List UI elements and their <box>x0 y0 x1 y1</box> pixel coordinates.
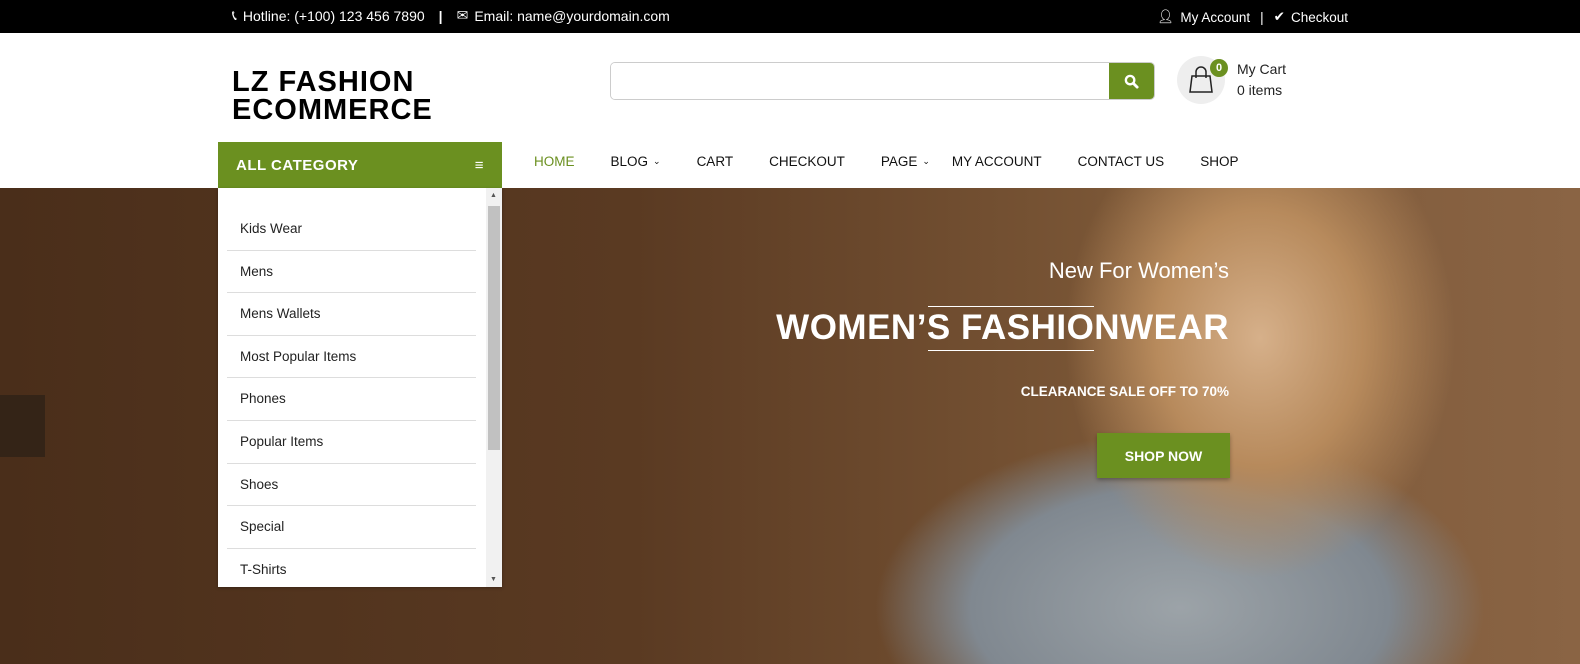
hotline: Hotline: (+100) 123 456 7890 <box>242 7 425 24</box>
search-bar <box>610 62 1155 100</box>
category-item[interactable]: Phones <box>227 378 476 421</box>
category-item[interactable]: Most Popular Items <box>227 336 476 379</box>
cart-title: My Cart <box>1237 61 1286 77</box>
all-category-title: ALL CATEGORY <box>236 157 359 174</box>
mail-icon: ✉ <box>456 7 469 23</box>
search-icon <box>1124 74 1139 89</box>
site-logo[interactable]: LZ FASHION ECOMMERCE <box>232 66 492 126</box>
divider <box>928 350 1094 351</box>
checkout-link[interactable]: Checkout <box>1291 10 1348 25</box>
scrollbar[interactable]: ▲ ▼ <box>486 188 502 587</box>
nav-checkout[interactable]: CHECKOUT <box>769 154 845 169</box>
scroll-up-arrow-icon[interactable]: ▲ <box>490 192 497 199</box>
shop-now-button[interactable]: SHOP NOW <box>1097 433 1230 478</box>
cart-items: 0 items <box>1237 82 1283 98</box>
nav-cart[interactable]: CART <box>697 154 734 169</box>
divider <box>928 306 1094 307</box>
nav-page[interactable]: PAGE ⌄ <box>881 154 930 169</box>
nav-contact-us[interactable]: CONTACT US <box>1078 154 1165 169</box>
slider-prev-button[interactable] <box>0 395 45 457</box>
category-item[interactable]: Mens Wallets <box>227 293 476 336</box>
chevron-down-icon: ⌄ <box>653 156 661 166</box>
scroll-down-arrow-icon[interactable]: ▼ <box>490 576 497 583</box>
user-icon: 👤︎ <box>1157 9 1175 24</box>
cart-count-badge: 0 <box>1210 59 1228 77</box>
hero-subtitle: New For Women’s <box>1048 258 1229 283</box>
search-input[interactable] <box>611 63 1109 99</box>
category-item[interactable]: Mens <box>227 251 476 294</box>
hero-title: WOMEN’S FASHIONWEAR <box>776 308 1229 347</box>
category-item[interactable]: Kids Wear <box>227 208 476 251</box>
mini-cart[interactable]: 0 My Cart 0 items <box>1177 56 1286 104</box>
category-item[interactable]: Special <box>227 506 476 549</box>
separator: | <box>438 7 443 24</box>
nav-blog[interactable]: BLOG ⌄ <box>611 154 661 169</box>
search-button[interactable] <box>1109 63 1154 99</box>
email: Email: name@yourdomain.com <box>474 7 670 24</box>
top-bar: 📞︎ Hotline: (+100) 123 456 7890 | ✉ Emai… <box>0 0 1580 33</box>
category-item[interactable]: T-Shirts <box>227 549 476 587</box>
all-category-toggle[interactable]: ALL CATEGORY ≡ <box>218 142 502 188</box>
hero-sale-text: CLEARANCE SALE OFF TO 70% <box>1020 384 1229 399</box>
category-item[interactable]: Popular Items <box>227 421 476 464</box>
nav-my-account[interactable]: MY ACCOUNT <box>952 154 1042 169</box>
scrollbar-thumb[interactable] <box>488 206 500 450</box>
separator: | <box>1260 9 1264 25</box>
menu-icon: ≡ <box>474 157 484 174</box>
main-nav: HOME BLOG ⌄ CART CHECKOUT PAGE ⌄ MY ACCOUN… <box>534 154 1274 169</box>
phone-icon: 📞︎ <box>232 7 237 23</box>
category-item[interactable]: Shoes <box>227 464 476 507</box>
logo-line-2: ECOMMERCE <box>232 94 433 126</box>
logo-line-1: LZ FASHION <box>232 66 415 98</box>
nav-home[interactable]: HOME <box>534 154 575 169</box>
category-list: Kids Wear Mens Mens Wallets Most Popular… <box>218 188 502 587</box>
nav-shop[interactable]: SHOP <box>1200 154 1238 169</box>
my-account-link[interactable]: My Account <box>1180 10 1250 25</box>
chevron-down-icon: ⌄ <box>922 156 930 166</box>
check-icon: ✔ <box>1273 9 1285 24</box>
